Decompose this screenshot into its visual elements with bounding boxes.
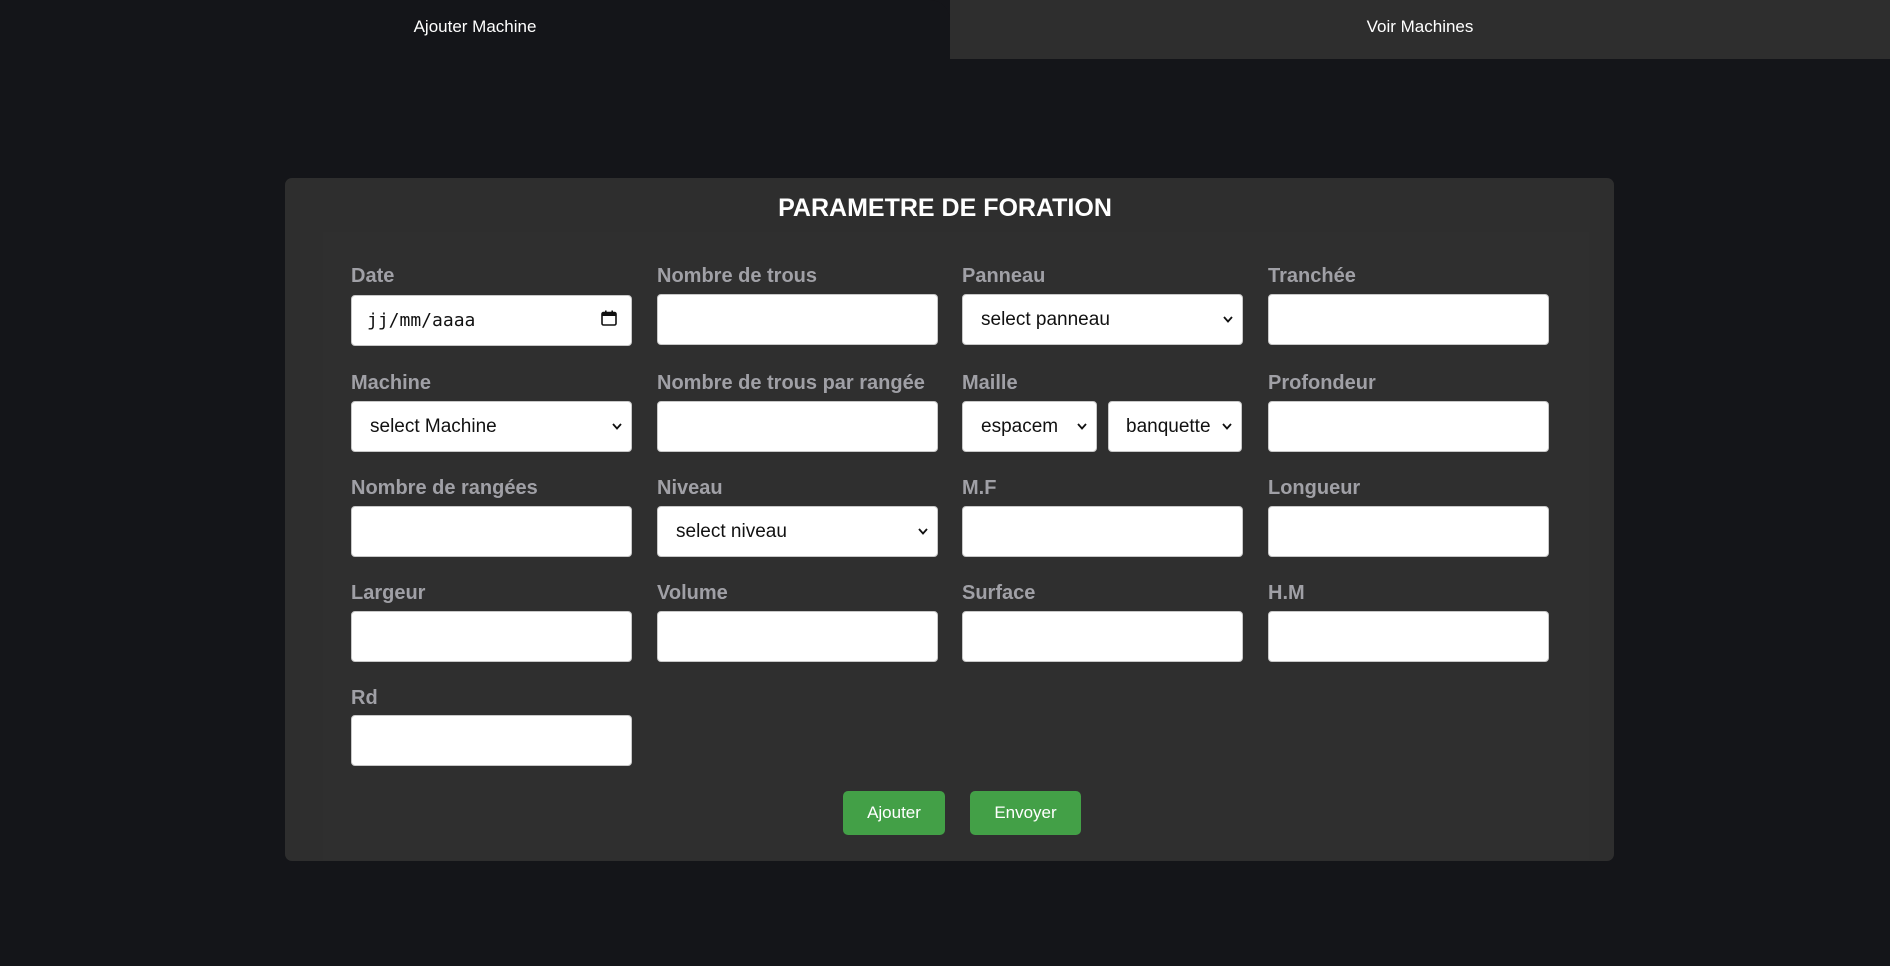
maille-espacement-select[interactable]: espacem xyxy=(962,401,1097,452)
largeur-input[interactable] xyxy=(351,611,632,662)
mf-label: M.F xyxy=(962,477,997,499)
hm-input[interactable] xyxy=(1268,611,1549,662)
rd-label: Rd xyxy=(351,687,378,709)
profondeur-input[interactable] xyxy=(1268,401,1549,452)
panneau-select[interactable]: select panneau xyxy=(962,294,1243,345)
maille-banquette-selected: banquette xyxy=(1126,415,1211,437)
niveau-select[interactable]: select niveau xyxy=(657,506,938,557)
tab-bar: Ajouter Machine Voir Machines xyxy=(0,0,1890,59)
tab-add-machine[interactable]: Ajouter Machine xyxy=(0,0,950,59)
date-placeholder: jj/mm/aaaa xyxy=(367,310,476,331)
trous-par-rangee-label: Nombre de trous par rangée xyxy=(657,372,925,394)
volume-label: Volume xyxy=(657,582,728,604)
calendar-icon[interactable] xyxy=(600,309,618,332)
tab-add-machine-label: Ajouter Machine xyxy=(413,16,537,36)
machine-selected: select Machine xyxy=(370,415,497,437)
envoyer-button-label: Envoyer xyxy=(994,803,1057,822)
envoyer-button[interactable]: Envoyer xyxy=(970,791,1081,835)
surface-label: Surface xyxy=(962,582,1036,604)
ajouter-button[interactable]: Ajouter xyxy=(843,791,945,835)
date-label: Date xyxy=(351,265,395,287)
longueur-input[interactable] xyxy=(1268,506,1549,557)
surface-input[interactable] xyxy=(962,611,1243,662)
trous-par-rangee-input[interactable] xyxy=(657,401,938,452)
panneau-selected: select panneau xyxy=(981,308,1110,330)
maille-espacement-selected: espacem xyxy=(981,415,1059,437)
chevron-down-icon xyxy=(918,527,928,537)
longueur-label: Longueur xyxy=(1268,477,1361,499)
chevron-down-icon xyxy=(612,422,622,432)
hm-label: H.M xyxy=(1268,582,1305,604)
ajouter-button-label: Ajouter xyxy=(867,803,921,822)
chevron-down-icon xyxy=(1222,422,1232,432)
tranchee-input[interactable] xyxy=(1268,294,1549,345)
nombre-rangees-input[interactable] xyxy=(351,506,632,557)
rd-input[interactable] xyxy=(351,715,632,766)
tab-view-machines[interactable]: Voir Machines xyxy=(950,0,1890,59)
niveau-selected: select niveau xyxy=(676,520,787,542)
nombre-rangees-label: Nombre de rangées xyxy=(351,477,538,499)
niveau-label: Niveau xyxy=(657,477,723,499)
tab-view-machines-label: Voir Machines xyxy=(1366,16,1474,36)
nombre-trous-label: Nombre de trous xyxy=(657,265,818,287)
profondeur-label: Profondeur xyxy=(1268,372,1376,394)
machine-select[interactable]: select Machine xyxy=(351,401,632,452)
mf-input[interactable] xyxy=(962,506,1243,557)
tranchee-label: Tranchée xyxy=(1268,265,1356,287)
chevron-down-icon xyxy=(1223,315,1233,325)
maille-banquette-select[interactable]: banquette xyxy=(1108,401,1242,452)
volume-input[interactable] xyxy=(657,611,938,662)
largeur-label: Largeur xyxy=(351,582,426,604)
form-title: PARAMETRE DE FORATION xyxy=(778,194,1112,222)
machine-label: Machine xyxy=(351,372,432,394)
maille-label: Maille xyxy=(962,372,1018,394)
date-input[interactable]: jj/mm/aaaa xyxy=(351,295,632,346)
panneau-label: Panneau xyxy=(962,265,1046,287)
nombre-trous-input[interactable] xyxy=(657,294,938,345)
chevron-down-icon xyxy=(1077,422,1087,432)
